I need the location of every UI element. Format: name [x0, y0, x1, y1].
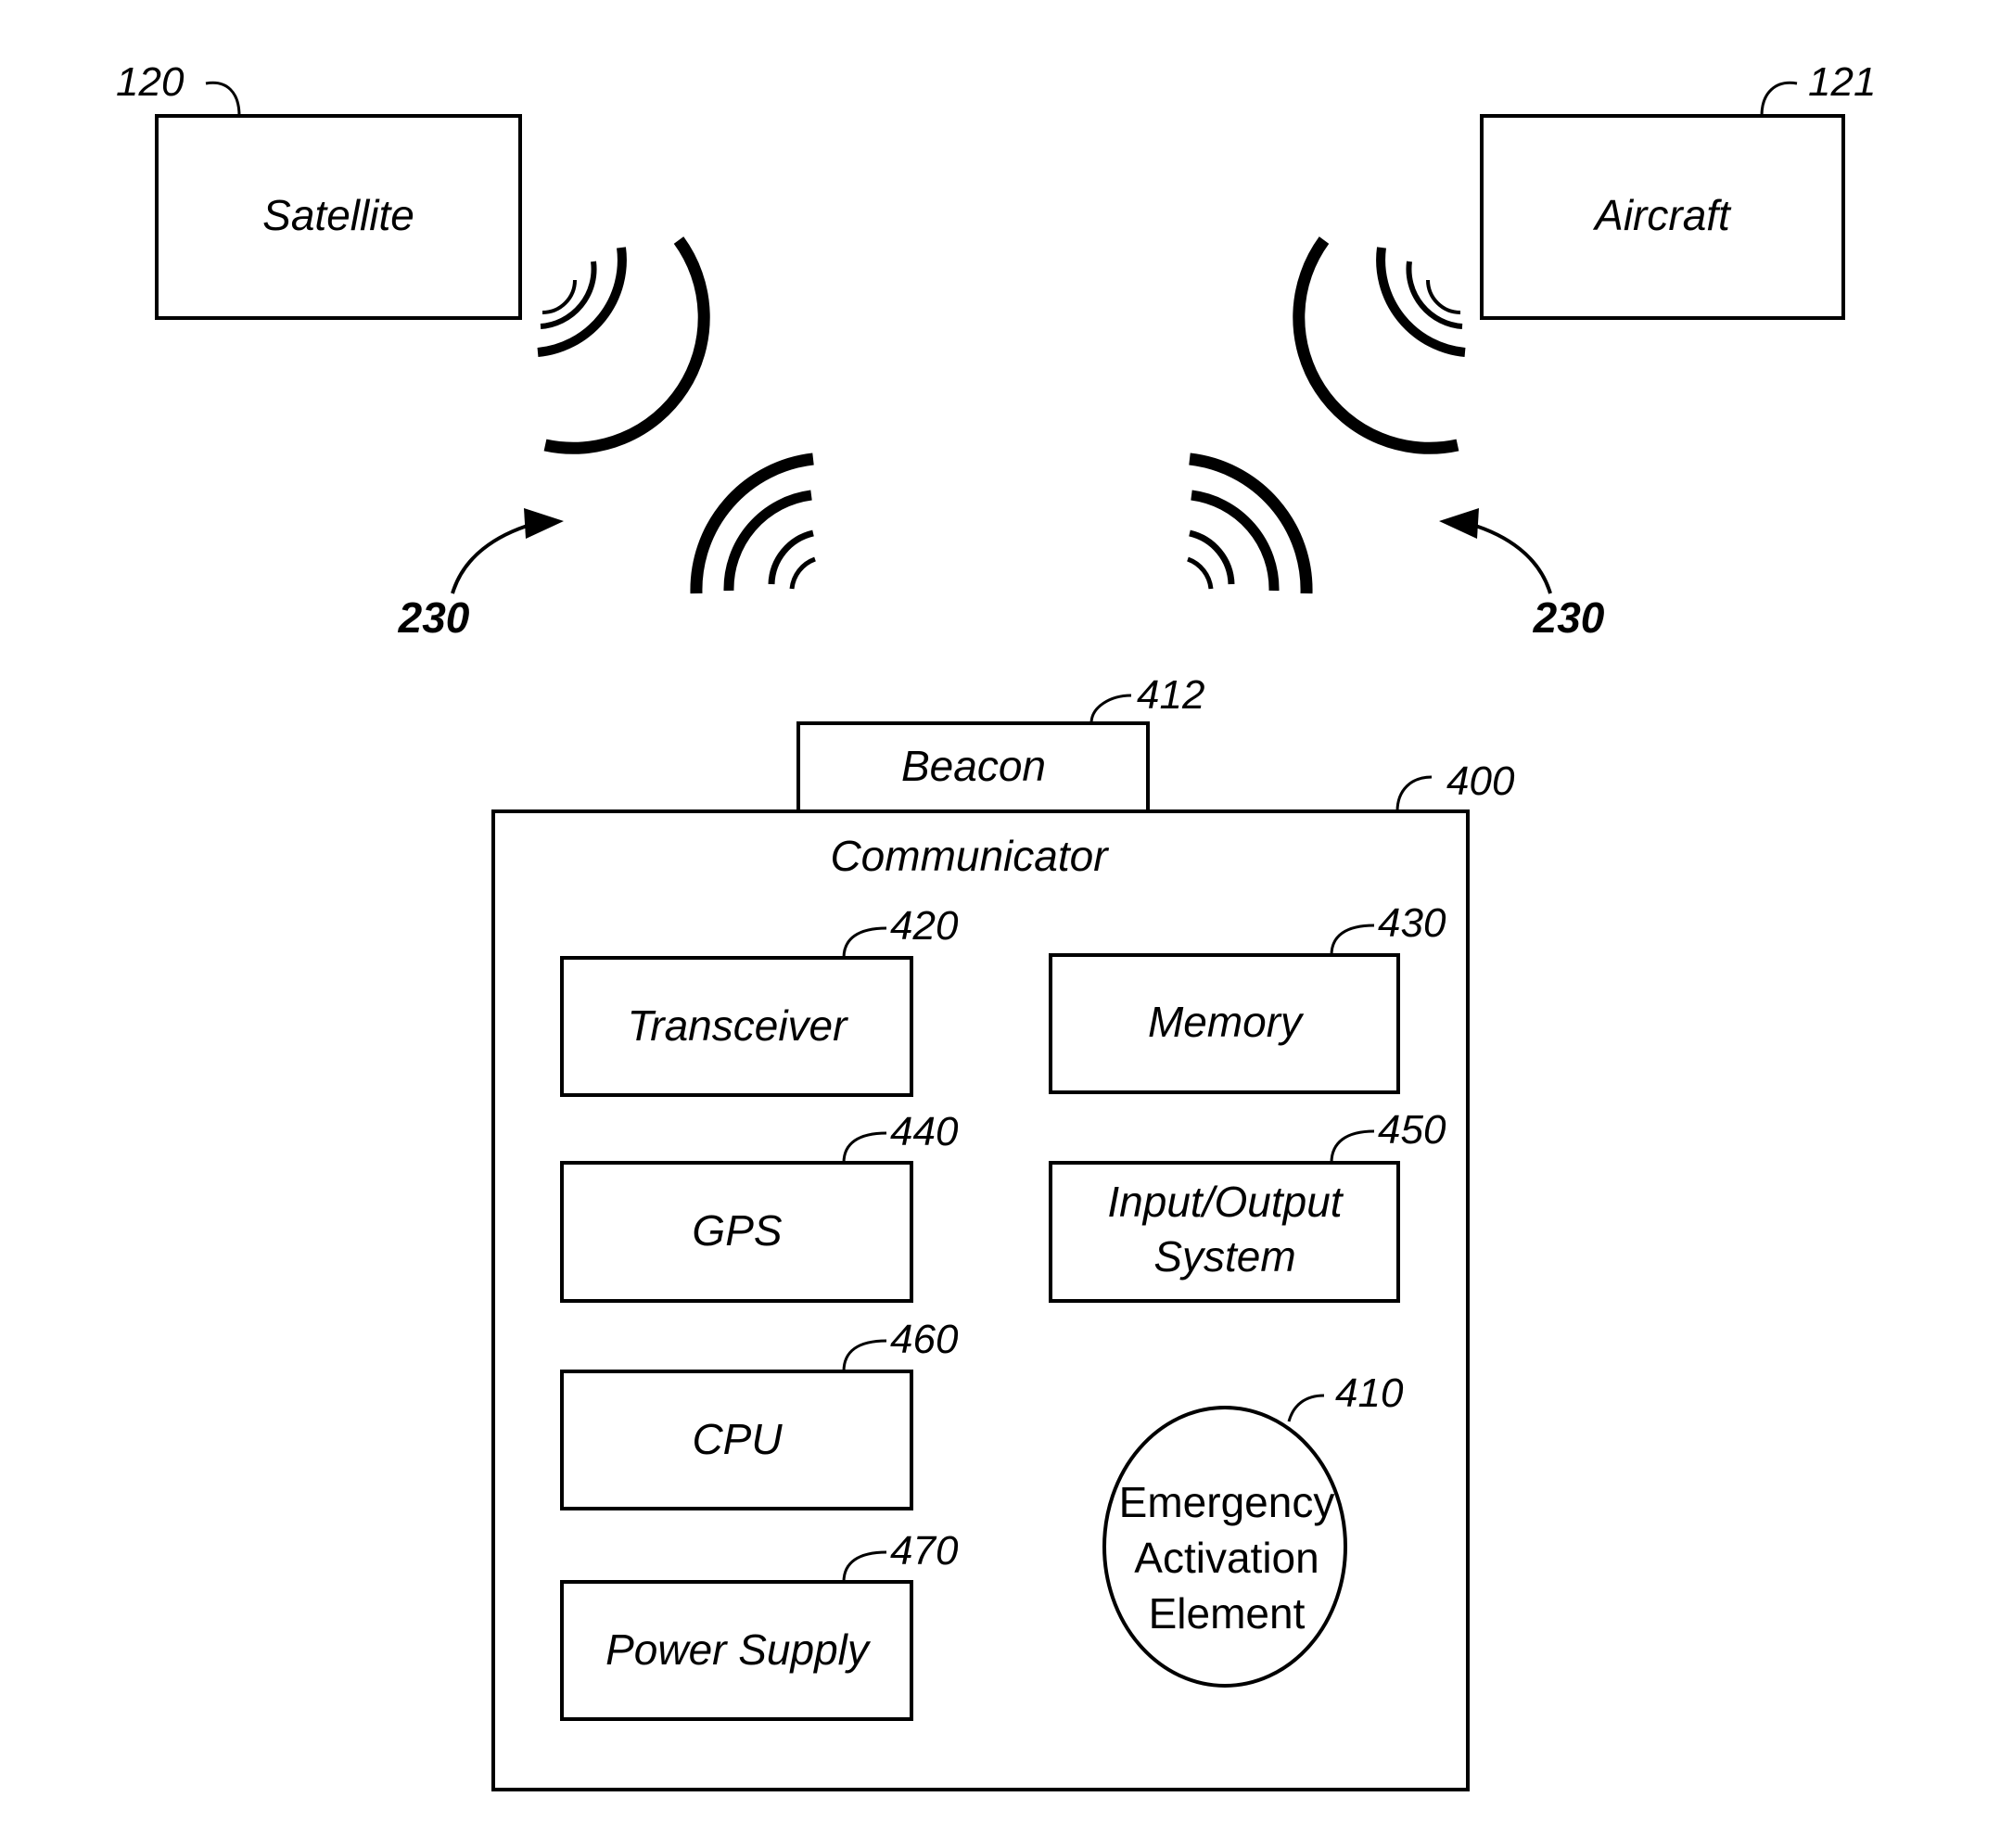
cpu-label: CPU [692, 1415, 783, 1463]
power-supply-label: Power Supply [605, 1625, 872, 1674]
emergency-label-line1: Emergency [1119, 1478, 1335, 1526]
arrow-curve-left [451, 522, 534, 594]
arrow-curve-right [1469, 522, 1552, 594]
communicator-label: Communicator [830, 832, 1109, 880]
beacon-label: Beacon [901, 742, 1046, 790]
satellite-ref: 120 [116, 59, 185, 105]
gps-ref: 440 [890, 1109, 959, 1154]
signal-arrow-right: 230 [1439, 508, 1605, 642]
memory-ref: 430 [1378, 900, 1446, 946]
satellite-signal-waves-icon [537, 236, 710, 454]
beacon-ref: 412 [1137, 672, 1204, 718]
signal-ref-left: 230 [398, 593, 470, 642]
satellite-block: Satellite 120 [116, 59, 522, 320]
communicator-diagram: Satellite 120 Aircraft 121 230 230 Commu… [116, 59, 1876, 1791]
emergency-label-line3: Element [1149, 1589, 1306, 1638]
aircraft-ref: 121 [1808, 59, 1876, 105]
aircraft-leader-line [1760, 81, 1798, 117]
communicator-ref: 400 [1446, 758, 1515, 804]
signal-ref-right: 230 [1533, 593, 1605, 642]
beacon-leader-line [1089, 694, 1132, 724]
beacon-signal-waves-right-icon [1187, 452, 1313, 594]
arrow-head-right-icon [1439, 508, 1479, 539]
signal-arrow-left: 230 [398, 508, 564, 642]
beacon-signal-waves-left-icon [690, 452, 816, 594]
io-system-label-line1: Input/Output [1107, 1178, 1344, 1226]
memory-label: Memory [1148, 998, 1305, 1046]
cpu-ref: 460 [890, 1317, 959, 1362]
emergency-ref: 410 [1335, 1370, 1404, 1416]
aircraft-signal-waves-icon [1293, 236, 1466, 454]
emergency-label-line2: Activation [1134, 1534, 1319, 1582]
io-system-label-line2: System [1153, 1232, 1295, 1281]
arrow-head-left-icon [524, 508, 564, 539]
transceiver-ref: 420 [890, 903, 959, 949]
io-system-ref: 450 [1378, 1107, 1446, 1153]
satellite-leader-line [205, 81, 241, 117]
communicator-leader-line [1395, 775, 1433, 812]
power-supply-ref: 470 [890, 1528, 959, 1574]
aircraft-label: Aircraft [1592, 191, 1732, 239]
satellite-label: Satellite [262, 191, 414, 239]
transceiver-label: Transceiver [628, 1001, 849, 1050]
aircraft-block: Aircraft 121 [1480, 59, 1876, 320]
gps-label: GPS [692, 1206, 782, 1255]
beacon-block: Beacon 412 [796, 672, 1204, 813]
